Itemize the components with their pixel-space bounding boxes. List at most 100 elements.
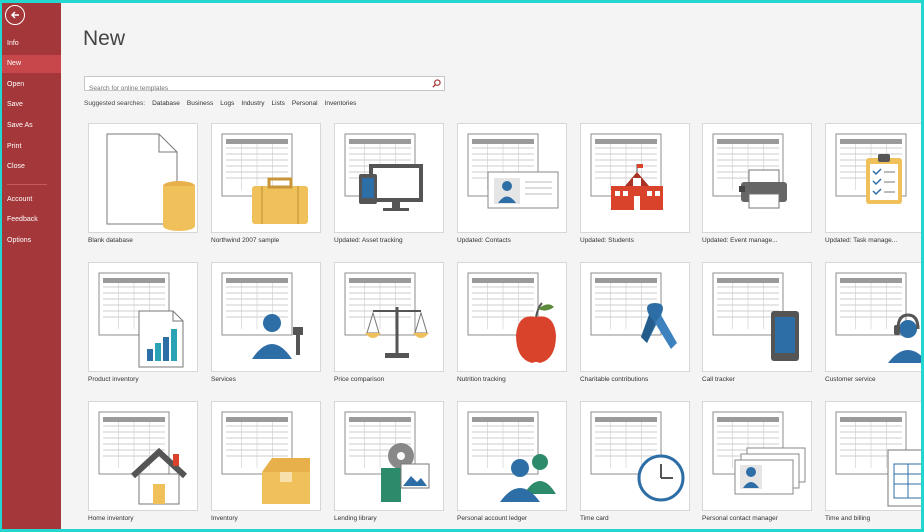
template-thumbnail[interactable]	[211, 401, 321, 511]
template-label: Personal contact manager	[702, 515, 778, 522]
template-thumbnail[interactable]	[702, 262, 812, 372]
template-thumbnail[interactable]	[457, 123, 567, 233]
template-tile[interactable]: Northwind 2007 sample	[211, 123, 321, 244]
template-tile[interactable]: Call tracker	[702, 262, 812, 383]
template-thumbnail[interactable]	[88, 401, 198, 511]
sidebar-item-info[interactable]: Info	[2, 35, 61, 53]
media-icon	[344, 411, 430, 502]
template-thumbnail[interactable]	[334, 401, 444, 511]
template-tile[interactable]: Time and billing	[825, 401, 921, 522]
template-tile[interactable]: Updated: Event manage...	[702, 123, 812, 244]
template-label: Lending library	[334, 515, 377, 522]
template-tile[interactable]: Nutrition tracking	[457, 262, 567, 383]
template-tile[interactable]: Blank database	[88, 123, 198, 244]
suggested-industry[interactable]: Industry	[241, 100, 264, 107]
invoice-icon	[835, 411, 921, 507]
template-tile[interactable]: Time card	[580, 401, 690, 522]
sidebar-item-save-as[interactable]: Save As	[2, 117, 61, 135]
phone-icon	[712, 272, 799, 361]
devices-icon	[344, 133, 423, 211]
template-thumbnail[interactable]	[580, 262, 690, 372]
template-label: Blank database	[88, 237, 133, 244]
template-label: Updated: Asset tracking	[334, 237, 403, 244]
template-label: Nutrition tracking	[457, 376, 506, 383]
template-thumbnail[interactable]	[580, 123, 690, 233]
template-label: Time card	[580, 515, 609, 522]
template-tile[interactable]: Inventory	[211, 401, 321, 522]
template-search-box[interactable]	[84, 76, 445, 96]
template-thumbnail[interactable]	[702, 401, 812, 511]
template-tile[interactable]: Updated: Contacts	[457, 123, 567, 244]
template-thumbnail[interactable]	[334, 262, 444, 372]
template-tile[interactable]: Home inventory	[88, 401, 198, 522]
sidebar-item-open[interactable]: Open	[2, 76, 61, 94]
template-tile[interactable]: Services	[211, 262, 321, 383]
suggested-database[interactable]: Database	[152, 100, 180, 107]
suggested-business[interactable]: Business	[187, 100, 213, 107]
clock-icon	[590, 411, 685, 502]
worker-icon	[221, 272, 303, 359]
template-thumbnail[interactable]	[825, 401, 921, 511]
clipboard-icon	[835, 133, 907, 204]
template-thumbnail[interactable]	[88, 123, 198, 233]
template-thumbnail[interactable]	[825, 262, 921, 372]
box-icon	[221, 411, 310, 504]
template-tile[interactable]: Updated: Asset tracking	[334, 123, 444, 244]
printer-icon	[712, 133, 787, 209]
sidebar-item-options[interactable]: Options	[2, 232, 61, 250]
template-tile[interactable]: Updated: Students	[580, 123, 690, 244]
template-tile[interactable]: Price comparison	[334, 262, 444, 383]
contact-cards-icon	[712, 411, 806, 495]
template-label: Updated: Task manage...	[825, 237, 898, 244]
template-tile[interactable]: Charitable contributions	[580, 262, 690, 383]
headset-icon	[835, 272, 921, 363]
template-search-input[interactable]	[85, 81, 431, 96]
sidebar-item-save[interactable]: Save	[2, 96, 61, 114]
people-icon	[467, 411, 556, 502]
suggested-logs[interactable]: Logs	[220, 100, 234, 107]
template-tile[interactable]: Customer service	[825, 262, 921, 383]
sidebar-item-account[interactable]: Account	[2, 191, 61, 209]
blank-database-icon	[106, 133, 195, 231]
template-thumbnail[interactable]	[334, 123, 444, 233]
template-thumbnail[interactable]	[211, 262, 321, 372]
sidebar-item-print[interactable]: Print	[2, 138, 61, 156]
sidebar-item-feedback[interactable]: Feedback	[2, 211, 61, 229]
sidebar-item-close[interactable]: Close	[2, 158, 61, 176]
suggested-searches: Suggested searches: Database Business Lo…	[84, 100, 356, 107]
house-icon	[98, 411, 188, 505]
apple-icon	[467, 272, 556, 363]
template-tile[interactable]: Lending library	[334, 401, 444, 522]
search-icon[interactable]	[432, 79, 441, 88]
sidebar-item-new[interactable]: New	[2, 55, 61, 73]
suggested-searches-label: Suggested searches:	[84, 100, 146, 107]
template-thumbnail[interactable]	[457, 401, 567, 511]
template-label: Northwind 2007 sample	[211, 237, 280, 244]
template-thumbnail[interactable]	[211, 123, 321, 233]
template-label: Personal account ledger	[457, 515, 528, 522]
template-tile[interactable]: Personal contact manager	[702, 401, 812, 522]
back-arrow-icon	[10, 11, 19, 19]
template-label: Charitable contributions	[580, 376, 649, 383]
ribbon-icon	[590, 272, 677, 349]
suggested-lists[interactable]: Lists	[272, 100, 285, 107]
backstage-sidebar: Info New Open Save Save As Print Close A…	[2, 3, 61, 529]
template-label: Customer service	[825, 376, 876, 383]
suggested-inventories[interactable]: Inventories	[325, 100, 357, 107]
page-title: New	[83, 27, 126, 50]
contact-card-icon	[467, 133, 559, 209]
template-thumbnail[interactable]	[457, 262, 567, 372]
template-label: Updated: Event manage...	[702, 237, 778, 244]
suggested-personal[interactable]: Personal	[292, 100, 318, 107]
backstage-window: Info New Open Save Save As Print Close A…	[2, 3, 921, 529]
template-tile[interactable]: Product inventory	[88, 262, 198, 383]
template-thumbnail[interactable]	[825, 123, 921, 233]
template-tile[interactable]: Personal account ledger	[457, 401, 567, 522]
template-thumbnail[interactable]	[702, 123, 812, 233]
template-tile[interactable]: Updated: Task manage...	[825, 123, 921, 244]
template-label: Call tracker	[702, 376, 735, 383]
template-thumbnail[interactable]	[580, 401, 690, 511]
template-thumbnail[interactable]	[88, 262, 198, 372]
back-button[interactable]	[5, 5, 25, 25]
template-label: Updated: Contacts	[457, 237, 511, 244]
